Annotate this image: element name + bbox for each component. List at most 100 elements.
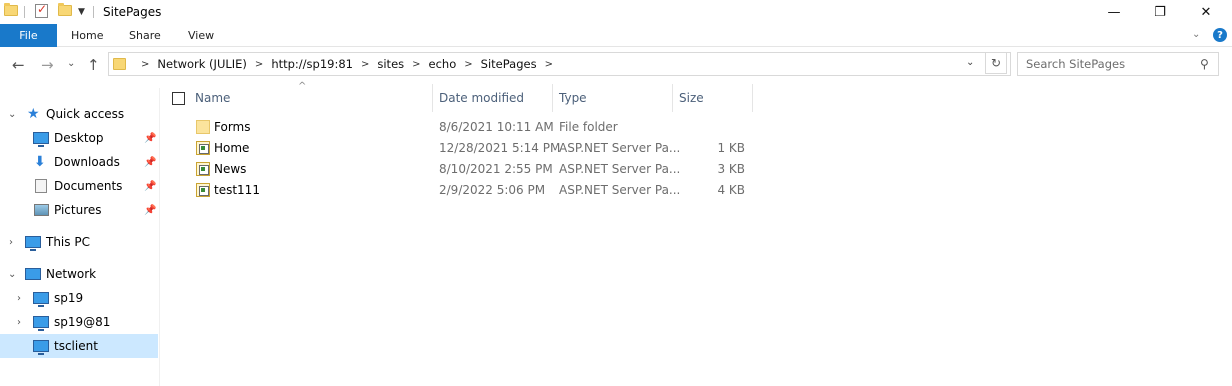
column-header-name[interactable]: Name — [195, 84, 431, 112]
pin-icon[interactable]: 📌 — [144, 133, 156, 144]
file-list: ^ Name Date modified Type Size Forms 8/6… — [160, 81, 1232, 386]
expand-ribbon-icon[interactable]: ⌄ — [1192, 29, 1200, 40]
breadcrumb-separator[interactable]: > — [412, 59, 420, 70]
breadcrumb-sp19-81[interactable]: http://sp19:81 — [271, 57, 353, 71]
file-date: 12/28/2021 5:14 PM — [439, 141, 561, 155]
search-icon[interactable]: ⚲ — [1200, 57, 1209, 71]
breadcrumb-echo[interactable]: echo — [429, 57, 457, 71]
close-button[interactable]: ✕ — [1183, 0, 1229, 24]
file-name: Home — [214, 141, 250, 155]
pictures-icon — [34, 204, 50, 218]
computer-icon — [33, 292, 49, 307]
chevron-right-icon[interactable]: › — [17, 317, 21, 328]
new-folder-icon[interactable] — [58, 3, 72, 16]
up-button[interactable]: ↑ — [87, 56, 100, 74]
file-size: 4 KB — [717, 183, 745, 197]
tab-share[interactable]: Share — [129, 24, 161, 47]
file-row-forms[interactable]: Forms 8/6/2021 10:11 AM File folder — [160, 117, 760, 138]
column-divider[interactable] — [432, 84, 433, 112]
forward-button[interactable]: → — [41, 56, 54, 74]
sidebar-item-downloads[interactable]: ⬇ Downloads 📌 — [0, 150, 158, 174]
file-name: News — [214, 162, 247, 176]
column-divider[interactable] — [552, 84, 553, 112]
pin-icon[interactable]: 📌 — [144, 205, 156, 216]
chevron-down-icon[interactable]: ⌄ — [8, 109, 16, 120]
folder-icon — [113, 58, 126, 70]
column-header-date-modified[interactable]: Date modified — [439, 84, 552, 112]
navigation-pane: ⌄ ★ Quick access Desktop 📌 ⬇ Downloads 📌… — [0, 88, 160, 386]
customize-quick-access-icon[interactable]: ▼ — [78, 7, 85, 17]
sidebar-item-network[interactable]: ⌄ Network — [0, 262, 158, 286]
column-divider[interactable] — [752, 84, 753, 112]
sidebar-item-sp19-81[interactable]: › sp19@81 — [0, 310, 158, 334]
help-icon[interactable]: ? — [1213, 28, 1227, 42]
breadcrumb: > Network (JULIE) > http://sp19:81 > sit… — [133, 57, 561, 71]
sidebar-item-label: Quick access — [46, 107, 125, 121]
breadcrumb-separator[interactable]: > — [361, 59, 369, 70]
search-input[interactable] — [1026, 56, 1196, 72]
file-date: 2/9/2022 5:06 PM — [439, 183, 546, 197]
minimize-button[interactable]: — — [1091, 0, 1137, 24]
documents-icon — [35, 179, 51, 193]
sidebar-item-documents[interactable]: Documents 📌 — [0, 174, 158, 198]
downloads-icon: ⬇ — [34, 154, 46, 170]
file-type: ASP.NET Server Pa... — [559, 162, 681, 176]
properties-icon[interactable] — [35, 2, 48, 18]
file-date: 8/10/2021 2:55 PM — [439, 162, 553, 176]
folder-icon[interactable] — [4, 3, 18, 16]
file-row-news[interactable]: News 8/10/2021 2:55 PM ASP.NET Server Pa… — [160, 159, 760, 180]
tab-view[interactable]: View — [188, 24, 214, 47]
navigation-bar: ← → ⌄ ↑ > Network (JULIE) > http://sp19:… — [0, 47, 1232, 83]
breadcrumb-sites[interactable]: sites — [377, 57, 404, 71]
file-type: ASP.NET Server Pa... — [559, 141, 681, 155]
breadcrumb-separator[interactable]: > — [464, 59, 472, 70]
breadcrumb-separator[interactable]: > — [545, 59, 553, 70]
select-all-checkbox[interactable] — [172, 92, 185, 105]
sidebar-item-label: This PC — [46, 235, 90, 249]
sidebar-item-quick-access[interactable]: ⌄ ★ Quick access — [0, 102, 158, 126]
chevron-right-icon[interactable]: › — [9, 237, 13, 248]
column-header-type[interactable]: Type — [559, 84, 672, 112]
tab-file[interactable]: File — [0, 24, 57, 47]
maximize-button[interactable]: ❐ — [1137, 0, 1183, 24]
tab-home[interactable]: Home — [71, 24, 103, 47]
breadcrumb-separator[interactable]: > — [255, 59, 263, 70]
sidebar-item-sp19[interactable]: › sp19 — [0, 286, 158, 310]
breadcrumb-network-julie[interactable]: Network (JULIE) — [157, 57, 247, 71]
search-box[interactable]: ⚲ — [1017, 52, 1219, 76]
sidebar-item-label: Pictures — [54, 203, 102, 217]
window-title: SitePages — [103, 5, 162, 19]
pin-icon[interactable]: 📌 — [144, 157, 156, 168]
aspx-file-icon — [196, 162, 210, 176]
computer-icon — [33, 340, 49, 355]
pin-icon[interactable]: 📌 — [144, 181, 156, 192]
file-type: File folder — [559, 120, 618, 134]
desktop-icon — [33, 132, 49, 147]
file-row-home[interactable]: Home 12/28/2021 5:14 PM ASP.NET Server P… — [160, 138, 760, 159]
file-row-test111[interactable]: test111 2/9/2022 5:06 PM ASP.NET Server … — [160, 180, 760, 201]
breadcrumb-sitepages[interactable]: SitePages — [481, 57, 537, 71]
sidebar-item-pictures[interactable]: Pictures 📌 — [0, 198, 158, 222]
column-divider[interactable] — [672, 84, 673, 112]
breadcrumb-separator: > — [141, 58, 150, 70]
recent-locations-button[interactable]: ⌄ — [67, 58, 75, 69]
aspx-file-icon — [196, 141, 210, 155]
sidebar-item-this-pc[interactable]: › This PC — [0, 230, 158, 254]
sidebar-item-tsclient[interactable]: tsclient — [0, 334, 158, 358]
aspx-file-icon — [196, 183, 210, 197]
file-name: test111 — [214, 183, 260, 197]
sidebar-item-label: sp19@81 — [54, 315, 111, 329]
sidebar-item-label: sp19 — [54, 291, 84, 305]
column-header-size[interactable]: Size — [679, 84, 752, 112]
sidebar-item-desktop[interactable]: Desktop 📌 — [0, 126, 158, 150]
address-dropdown-icon[interactable]: ⌄ — [966, 57, 974, 68]
back-button[interactable]: ← — [12, 56, 25, 74]
refresh-button[interactable]: ↻ — [985, 52, 1007, 74]
file-type: ASP.NET Server Pa... — [559, 183, 681, 197]
file-size: 1 KB — [717, 141, 745, 155]
chevron-down-icon[interactable]: ⌄ — [8, 269, 16, 280]
chevron-right-icon[interactable]: › — [17, 293, 21, 304]
address-bar[interactable]: > Network (JULIE) > http://sp19:81 > sit… — [108, 52, 1011, 76]
sidebar-item-label: tsclient — [54, 339, 98, 353]
title-bar: ▼ SitePages — ❐ ✕ — [0, 0, 1232, 24]
